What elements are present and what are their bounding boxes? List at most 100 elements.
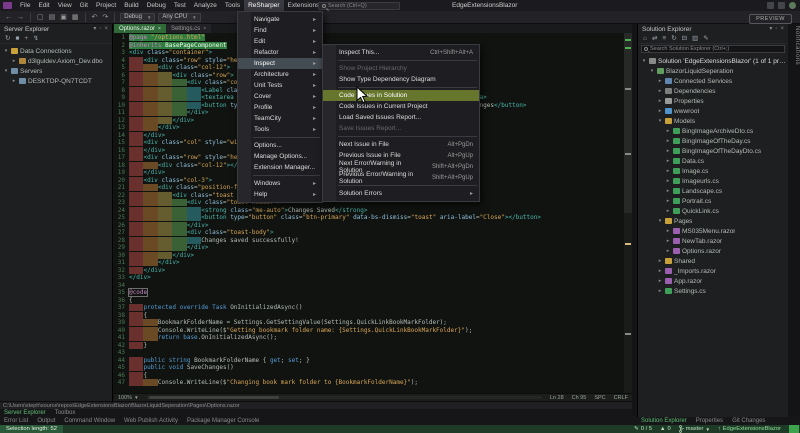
panel-tab-git-changes[interactable]: Git Changes <box>732 418 765 424</box>
code-line[interactable]: 36 { <box>114 297 624 305</box>
undo-icon[interactable]: ↶ <box>91 11 99 24</box>
menu-item-extension-manager[interactable]: Extension Manager... <box>238 162 322 173</box>
chevron-icon[interactable]: ▸ <box>657 288 663 294</box>
editor-tab-settings-cs[interactable]: Settings.cs × <box>165 24 212 33</box>
code-line[interactable]: 32 </div> <box>114 266 624 275</box>
tree-item-app-razor[interactable]: ▸ App.razor <box>638 276 788 286</box>
menubar-item-project[interactable]: Project <box>92 0 120 11</box>
panel-tab-error-list[interactable]: Error List <box>4 418 28 424</box>
menu-item-refactor[interactable]: Refactor ▸ <box>238 47 322 58</box>
pending-changes-status[interactable]: ✎ 0 / 5 <box>634 425 652 433</box>
chevron-icon[interactable]: ▸ <box>665 128 671 134</box>
code-line[interactable]: 39 BookmarkFolderName = Settings.GetSett… <box>114 319 624 327</box>
menu-item-load-saved-issues-report[interactable]: Load Saved Issues Report... <box>323 112 479 123</box>
close-icon[interactable]: × <box>158 26 161 32</box>
menubar-item-build[interactable]: Build <box>120 0 142 11</box>
tree-item-imports-razor[interactable]: ▸ _Imports.razor <box>638 266 788 276</box>
home-icon[interactable]: ⌂ <box>643 34 647 44</box>
refresh-icon[interactable]: ↻ <box>5 34 10 44</box>
chevron-icon[interactable]: ▸ <box>665 248 671 254</box>
menu-item-solution-errors[interactable]: Solution Errors ▸ <box>323 188 479 199</box>
menu-item-edit[interactable]: Edit ▸ <box>238 36 322 47</box>
panel-tab-properties[interactable]: Properties <box>696 418 723 424</box>
pin-icon[interactable]: ◦ <box>99 24 101 34</box>
feedback-icon[interactable] <box>767 2 774 9</box>
panel-tab-command-window[interactable]: Command Window <box>64 418 115 424</box>
tree-item-desktop-qn7tcdt[interactable]: ▸ DESKTOP-QN7TCDT <box>0 76 112 86</box>
chevron-icon[interactable]: ▸ <box>665 198 671 204</box>
quick-search-box[interactable]: Search (Ctrl+Q) <box>318 1 400 10</box>
scrollbar-thumb[interactable] <box>148 396 279 399</box>
chevron-icon[interactable]: ▾ <box>657 218 663 224</box>
menu-item-help[interactable]: Help ▸ <box>238 189 322 200</box>
debug-target-combo[interactable]: Debug ▼ <box>120 12 156 22</box>
tree-item-bingimageofthedaydto-cs[interactable]: ▸ BingImageOfTheDayDto.cs <box>638 146 788 156</box>
chevron-icon[interactable]: ▸ <box>665 138 671 144</box>
tree-item-properties[interactable]: ▸ Properties <box>638 96 788 106</box>
menu-item-code-issues-in-solution[interactable]: Code Issues in Solution <box>323 90 479 101</box>
tree-item-servers[interactable]: ▾ Servers <box>0 66 112 76</box>
horizontal-scrollbar[interactable] <box>146 396 542 399</box>
editor-scrollbar[interactable] <box>624 33 632 393</box>
menubar-item-edit[interactable]: Edit <box>34 0 53 11</box>
menu-item-manage-options[interactable]: Manage Options... <box>238 151 322 162</box>
code-line[interactable]: 24 <strong class="me-auto">Changes Saved… <box>114 206 624 215</box>
scrollbar-thumb[interactable] <box>624 33 632 213</box>
chevron-icon[interactable]: ▸ <box>11 58 17 64</box>
tree-item-options-razor[interactable]: ▸ Options.razor <box>638 246 788 256</box>
panel-tab-package-manager-console[interactable]: Package Manager Console <box>187 418 259 424</box>
chevron-icon[interactable]: ▸ <box>665 168 671 174</box>
code-line[interactable]: 28 Changes saved successfully! <box>114 236 624 245</box>
menubar-item-git[interactable]: Git <box>76 0 92 11</box>
tree-item-quicklink-cs[interactable]: ▸ QuickLink.cs <box>638 206 788 216</box>
menu-item-windows[interactable]: Windows ▸ <box>238 178 322 189</box>
zoom-control[interactable]: 100% ▼ <box>118 395 139 401</box>
pending-changes-filter-icon[interactable]: ≡ <box>662 34 666 44</box>
code-line[interactable]: 43 <box>114 349 624 357</box>
tree-item-wwwroot[interactable]: ▸ wwwroot <box>638 106 788 116</box>
code-line[interactable]: 45 public void SaveChanges() <box>114 364 624 372</box>
chevron-icon[interactable]: ▸ <box>657 108 663 114</box>
switch-views-icon[interactable]: ⇄ <box>652 34 657 44</box>
menu-item-next-issue-in-file[interactable]: Next Issue in File Alt+PgDn <box>323 139 479 150</box>
settings-gear-icon[interactable] <box>778 2 785 9</box>
tree-item-portrait-cs[interactable]: ▸ Portrait.cs <box>638 196 788 206</box>
menubar-item-debug[interactable]: Debug <box>143 0 170 11</box>
tree-item-image-cs[interactable]: ▸ Image.cs <box>638 166 788 176</box>
menubar-item-analyze[interactable]: Analyze <box>190 0 221 11</box>
code-line[interactable]: 35 @code <box>114 288 624 297</box>
tree-item-data-connections[interactable]: ▾ Data Connections <box>0 46 112 56</box>
collapse-all-icon[interactable]: ⊟ <box>682 34 687 44</box>
chevron-icon[interactable]: ▸ <box>11 78 17 84</box>
chevron-icon[interactable]: ▸ <box>665 208 671 214</box>
tree-item-settings-cs[interactable]: ▸ Settings.cs <box>638 286 788 296</box>
code-line[interactable]: 46 { <box>114 371 624 380</box>
menu-item-inspect-this[interactable]: Inspect This... Ctrl+Shift+Alt+A <box>323 47 479 58</box>
show-all-files-icon[interactable]: ▥ <box>692 34 698 44</box>
menu-item-teamcity[interactable]: TeamCity ▸ <box>238 113 322 124</box>
code-line[interactable]: 41 return base.OnInitializedAsync(); <box>114 334 624 342</box>
close-icon[interactable]: × <box>780 24 784 34</box>
menu-item-inspect[interactable]: Inspect ▸ <box>238 58 322 69</box>
code-line[interactable]: 40 Console.WriteLine($"Getting bookmark … <box>114 326 624 335</box>
chevron-icon[interactable]: ▸ <box>665 158 671 164</box>
menubar-item-resharper[interactable]: ReSharper <box>244 0 284 11</box>
panel-tab-server-explorer[interactable]: Server Explorer <box>4 410 46 416</box>
solution-search-box[interactable]: Search Solution Explorer (Ctrl+;) <box>641 45 785 53</box>
tree-item-models[interactable]: ▾ Models <box>638 116 788 126</box>
menu-item-previous-error-warning-in-solution[interactable]: Previous Error/Warning in Solution Shift+… <box>323 171 479 185</box>
chevron-icon[interactable]: ▸ <box>657 98 663 104</box>
chevron-icon[interactable]: ▸ <box>657 78 663 84</box>
notifications-tab[interactable]: Notifications <box>789 26 800 118</box>
code-line[interactable]: 34 <box>114 282 624 290</box>
chevron-icon[interactable]: ▾ <box>3 48 9 54</box>
stop-icon[interactable]: ■ <box>15 34 19 44</box>
menu-item-code-issues-in-current-project[interactable]: Code Issues in Current Project <box>323 101 479 112</box>
code-line[interactable]: 47 Console.WriteLine($"Changing book mar… <box>114 379 624 387</box>
tree-item-solution-edgeextensionsblazor-1-of-1-project[interactable]: ▾ Solution 'EdgeExtensionsBlazor' (1 of 1… <box>638 56 788 66</box>
menu-item-options[interactable]: Options... <box>238 140 322 151</box>
tree-item-pages[interactable]: ▾ Pages <box>638 216 788 226</box>
chevron-icon[interactable]: ▾ <box>3 68 9 74</box>
branch-selector[interactable]: master ▼ <box>678 425 710 433</box>
chevron-icon[interactable]: ▸ <box>657 88 663 94</box>
